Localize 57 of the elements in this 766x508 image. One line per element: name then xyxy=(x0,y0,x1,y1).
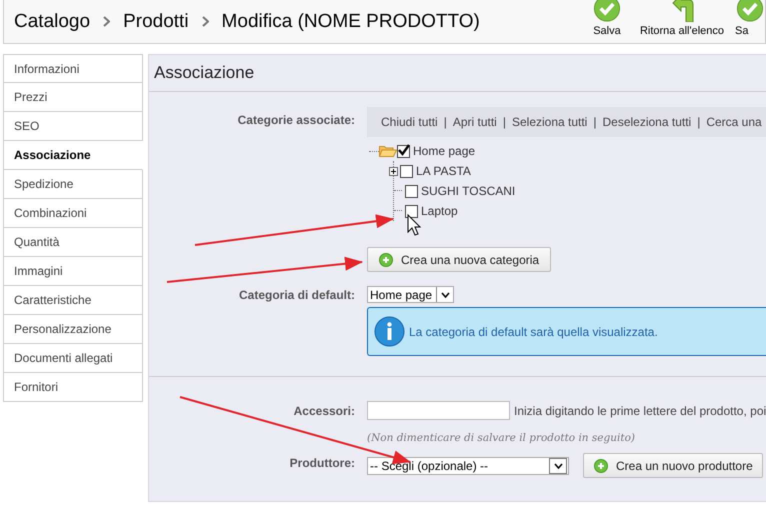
sidebar-tab[interactable]: Personalizzazione xyxy=(3,315,143,344)
tree-action-link[interactable]: Deseleziona tutti xyxy=(602,115,692,129)
chevron-icon xyxy=(202,16,209,27)
category-label[interactable]: Home page xyxy=(413,144,476,158)
save-button[interactable]: Salva xyxy=(582,0,631,36)
checkbox[interactable] xyxy=(397,144,410,158)
tree-action-link[interactable]: Seleziona tutti xyxy=(512,115,588,129)
sidebar-tab[interactable]: Immagini xyxy=(3,257,143,286)
section-title: Associazione xyxy=(149,55,766,92)
sidebar-tab[interactable]: Combinazioni xyxy=(3,199,143,228)
default-category-select[interactable]: Home page xyxy=(367,286,454,303)
sidebar-tab[interactable]: SEO xyxy=(3,112,143,141)
caret-icon xyxy=(440,292,450,298)
sidebar-tab[interactable]: Quantità xyxy=(3,228,143,257)
checkbox[interactable] xyxy=(400,164,413,178)
expand-icon[interactable] xyxy=(389,166,398,176)
manufacturer-select[interactable]: -- Scegli (opzionale) -- xyxy=(367,456,569,474)
checkbox[interactable] xyxy=(405,204,418,218)
plus-icon xyxy=(379,252,393,266)
accessories-field[interactable] xyxy=(367,401,510,420)
plus-icon xyxy=(594,458,608,472)
breadcrumb-item[interactable]: Prodotti xyxy=(123,10,189,32)
separator-text: | xyxy=(697,115,700,129)
sidebar-tab[interactable]: Prezzi xyxy=(3,83,143,112)
save-button[interactable]: Sa xyxy=(733,0,765,36)
tree-action-link[interactable]: Apri tutti xyxy=(452,115,497,129)
sidebar-tab[interactable]: Associazione xyxy=(3,141,143,170)
info-text: La categoria di default sarà quella visualizzata. xyxy=(409,324,658,338)
category-label[interactable]: Laptop xyxy=(421,204,458,218)
category-label[interactable]: SUGHI TOSCANI xyxy=(421,184,516,198)
caret-icon xyxy=(554,462,562,468)
hint-text: Inizia digitando le prime lettere del prodotto, poi xyxy=(514,404,766,418)
sidebar-tab[interactable]: Caratteristiche xyxy=(3,286,143,315)
separator-text: | xyxy=(502,115,506,129)
field-label: Categoria di default: xyxy=(238,288,355,302)
separator-text: | xyxy=(444,115,447,129)
breadcrumb-item: Modifica (NOME PRODOTTO) xyxy=(222,10,480,32)
back-button[interactable]: Ritorna all'elenco xyxy=(630,0,733,36)
field-label: Accessori: xyxy=(294,404,355,418)
tree-action-link[interactable]: Chiudi tutti xyxy=(381,115,438,129)
sidebar-tab[interactable]: Documenti allegati xyxy=(3,344,143,373)
sidebar-tab[interactable]: Fornitori xyxy=(3,373,143,402)
tree-action-link[interactable]: Cerca una xyxy=(706,115,762,129)
breadcrumb-item[interactable]: Catalogo xyxy=(14,10,90,32)
cursor-icon xyxy=(408,214,422,236)
field-label: Categorie associate: xyxy=(238,113,355,127)
new-manufacturer-button[interactable]: Crea un nuovo produttore xyxy=(583,453,763,478)
sidebar-tab[interactable]: Spedizione xyxy=(3,170,143,199)
chevron-icon xyxy=(103,16,110,27)
note-text: (Non dimenticare di salvare il prodotto in seguito) xyxy=(367,432,635,444)
sidebar-tab[interactable]: Informazioni xyxy=(3,54,143,83)
checkbox[interactable] xyxy=(405,184,418,198)
category-label[interactable]: LA PASTA xyxy=(416,164,471,178)
field-label: Produttore: xyxy=(290,456,355,470)
new-category-button[interactable]: Crea una nuova categoria xyxy=(367,247,552,272)
info-icon xyxy=(374,316,405,347)
separator-text: | xyxy=(593,115,596,129)
